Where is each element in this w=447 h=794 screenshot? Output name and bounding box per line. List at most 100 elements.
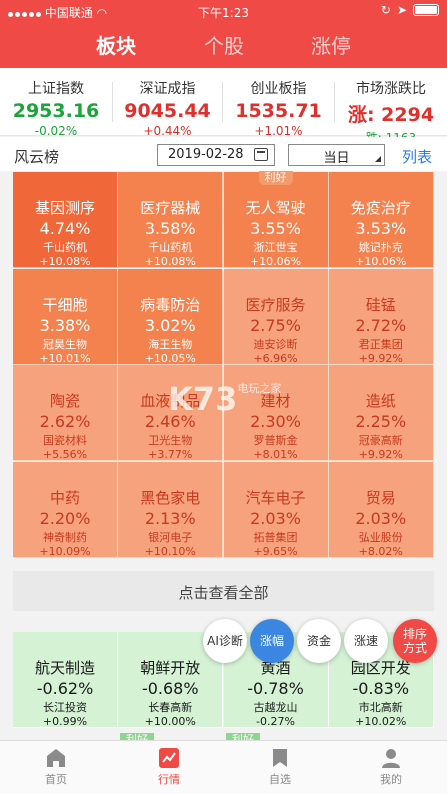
- view-all-button[interactable]: 点击查看全部: [13, 571, 434, 611]
- lead-stock-change: +8.01%: [253, 448, 298, 461]
- bookmark-icon: [269, 747, 291, 769]
- tab-sector[interactable]: 板块: [96, 30, 136, 59]
- lead-stock-change: -0.27%: [256, 715, 295, 728]
- lead-stock: 君正集团: [358, 337, 403, 351]
- lead-stock: 长春高新: [148, 701, 193, 714]
- lead-stock-change: +10.09%: [39, 544, 91, 558]
- watermark-logo: K73电玩之家: [168, 380, 281, 418]
- sector-change: 2.03%: [355, 508, 407, 528]
- index-change: -0.02%: [34, 124, 78, 138]
- bottom-nav: 首页 行情 自选 我的: [0, 740, 447, 794]
- sort-mode-button[interactable]: 排序 方式: [393, 619, 437, 663]
- lead-stock-change: +10.08%: [144, 255, 196, 268]
- sector-change: 3.53%: [355, 219, 407, 238]
- sector-tile[interactable]: 病毒防治 3.02% 海王生物 +10.05%: [118, 268, 224, 365]
- lead-stock-change: +6.96%: [253, 351, 298, 365]
- header-bar: 中国联通 ◠ 下午1:23 ↻ ➤ 板块 个股 涨停: [0, 0, 447, 68]
- battery-icon: [413, 4, 439, 16]
- lead-stock: 长江投资: [43, 701, 87, 714]
- app-root: 中国联通 ◠ 下午1:23 ↻ ➤ 板块 个股 涨停 上证指数 2953.16 …: [0, 0, 447, 794]
- status-right: ↻ ➤: [381, 3, 439, 17]
- nav-label: 首页: [45, 773, 67, 786]
- sector-change: 2.13%: [144, 508, 196, 528]
- sector-tile[interactable]: 航天制造 -0.62% 长江投资 +0.99%: [13, 632, 118, 728]
- index-value: 2953.16: [12, 100, 100, 122]
- sector-change: -0.83%: [352, 679, 410, 698]
- index-shenzhen[interactable]: 深证成指 9045.44 +0.44%: [113, 68, 222, 138]
- ai-diagnosis-button[interactable]: AI诊断: [203, 619, 247, 663]
- lead-stock-change: +10.06%: [355, 255, 407, 268]
- sector-tile[interactable]: 汽车电子 2.03% 拓普集团 +9.65%: [223, 461, 329, 558]
- sector-name: 陶瓷: [49, 392, 80, 410]
- lead-stock: 拓普集团: [253, 530, 298, 544]
- sort-mode-line2: 方式: [402, 641, 427, 655]
- sector-tile[interactable]: 硅锰 2.72% 君正集团 +9.92%: [328, 268, 434, 365]
- sector-tile[interactable]: 贸易 2.03% 弘业股份 +8.02%: [328, 461, 434, 558]
- sort-by-capital-button[interactable]: 资金: [297, 619, 341, 663]
- sector-tile[interactable]: 陶瓷 2.62% 国瓷材料 +5.56%: [13, 365, 118, 461]
- sort-by-speed-button[interactable]: 涨速: [344, 619, 388, 663]
- sector-change: 3.02%: [144, 315, 196, 335]
- sector-name: 中药: [49, 488, 80, 507]
- lead-stock-change: +9.92%: [358, 351, 403, 365]
- index-name: 深证成指: [139, 81, 196, 97]
- lock-rotation-icon: ↻: [380, 3, 391, 17]
- sector-tile[interactable]: 造纸 2.25% 冠豪高新 +9.92%: [328, 365, 434, 461]
- lead-stock-change: +9.92%: [358, 448, 403, 461]
- tab-limit-up[interactable]: 涨停: [311, 30, 351, 59]
- location-icon: ➤: [396, 3, 407, 17]
- sector-change: -0.62%: [36, 679, 94, 698]
- news-badge: 利好: [258, 171, 293, 185]
- sector-tile[interactable]: 基因测序 4.74% 千山药机 +10.08%: [13, 172, 118, 268]
- sector-change: 2.03%: [250, 508, 301, 528]
- sort-mode-line1: 排序: [402, 627, 427, 641]
- nav-home[interactable]: 首页: [16, 741, 96, 794]
- sector-change: 2.25%: [355, 412, 407, 431]
- sector-tile[interactable]: 医疗服务 2.75% 迪安诊断 +6.96%: [223, 268, 329, 365]
- lead-stock: 罗普斯金: [253, 434, 298, 447]
- home-icon: [45, 747, 67, 769]
- lead-stock-change: +3.77%: [148, 448, 193, 461]
- sector-name: 基因测序: [34, 199, 95, 217]
- index-change: +0.44%: [143, 124, 192, 138]
- sector-tile[interactable]: 医疗器械 3.58% 千山药机 +10.08%: [118, 172, 224, 268]
- lead-stock-change: +10.06%: [249, 255, 302, 268]
- period-value: 当日: [323, 151, 350, 166]
- sector-tile[interactable]: 干细胞 3.38% 冠昊生物 +10.01%: [13, 268, 118, 365]
- lead-stock-change: +10.10%: [144, 544, 196, 558]
- market-breadth[interactable]: 市场涨跌比 涨: 2294 跌: 1163: [335, 68, 447, 145]
- sector-change: 2.72%: [355, 315, 407, 335]
- date-picker[interactable]: 2019-02-28: [157, 144, 275, 166]
- period-select[interactable]: 当日: [288, 144, 385, 166]
- sector-change: 3.58%: [144, 219, 196, 238]
- index-shanghai[interactable]: 上证指数 2953.16 -0.02%: [0, 68, 112, 138]
- calendar-icon: [254, 148, 268, 161]
- breadth-up: 涨: 2294: [335, 100, 447, 127]
- nav-profile[interactable]: 我的: [351, 741, 431, 794]
- lead-stock-change: +8.02%: [358, 544, 403, 558]
- leaderboard-title: 风云榜: [14, 148, 60, 166]
- nav-market[interactable]: 行情: [129, 741, 209, 794]
- lead-stock-change: +10.02%: [355, 715, 407, 728]
- lead-stock-change: +10.05%: [144, 351, 196, 365]
- breadth-up-label: 涨:: [347, 104, 375, 126]
- sector-tile[interactable]: 黑色家电 2.13% 银河电子 +10.10%: [118, 461, 224, 558]
- index-chinext[interactable]: 创业板指 1535.71 +1.01%: [223, 68, 334, 138]
- sector-name: 黑色家电: [140, 488, 201, 507]
- sector-tile[interactable]: 利好 无人驾驶 3.55% 浙江世宝 +10.06%: [223, 171, 329, 268]
- sector-change: 2.75%: [250, 315, 301, 335]
- lead-stock: 弘业股份: [358, 530, 403, 544]
- sort-by-gain-button[interactable]: 涨幅: [250, 619, 294, 663]
- sector-tile[interactable]: 免疫治疗 3.53% 姚记扑克 +10.06%: [328, 172, 434, 268]
- sector-change: 3.38%: [39, 315, 91, 335]
- index-value: 1535.71: [235, 100, 322, 122]
- list-view-link[interactable]: 列表: [402, 146, 432, 167]
- index-value: 9045.44: [124, 100, 211, 122]
- sector-name: 病毒防治: [140, 295, 201, 314]
- sector-tile[interactable]: 中药 2.20% 神奇制药 +10.09%: [13, 461, 118, 558]
- lead-stock: 银河电子: [148, 530, 193, 544]
- sector-name: 无人驾驶: [245, 199, 306, 217]
- tab-stock[interactable]: 个股: [204, 30, 244, 59]
- nav-watchlist[interactable]: 自选: [240, 741, 320, 794]
- index-change: +1.01%: [254, 124, 303, 138]
